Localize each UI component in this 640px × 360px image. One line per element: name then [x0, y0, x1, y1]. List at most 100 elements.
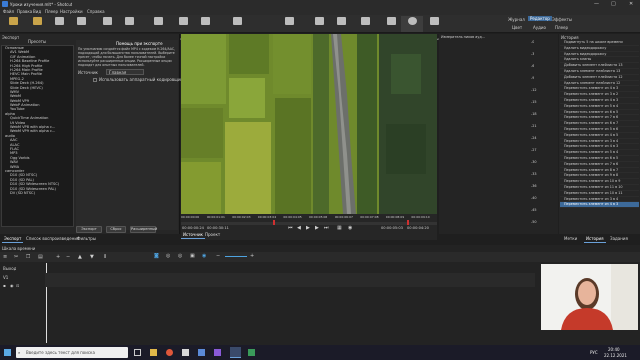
layout-tab-effects[interactable]: Эффекты	[552, 17, 572, 22]
meter-scale-label: -9	[531, 76, 535, 80]
minimize-button[interactable]: —	[594, 1, 599, 7]
in-point[interactable]: 00:00:05:03	[381, 226, 403, 231]
layout-tab-editor[interactable]: Редактор	[528, 16, 552, 21]
tab-jobs[interactable]: Задания	[608, 236, 630, 242]
ruler-timecode: 00:00:04:05	[283, 215, 302, 219]
filters-button[interactable]: Фильтры	[308, 16, 330, 41]
remove-icon[interactable]: −	[66, 254, 70, 260]
zoom-in-icon[interactable]: +	[250, 253, 254, 259]
taskbar-search[interactable]: ⌕ Введите здесь текст для поиска	[16, 347, 128, 358]
menu-player[interactable]: Плеер	[45, 9, 58, 14]
current-time[interactable]: 00:00:00:24	[182, 226, 204, 231]
history-item[interactable]: Переместить элемент из 4 в 3	[560, 202, 639, 209]
tray-lang[interactable]: РУС	[590, 350, 598, 355]
jobs-button[interactable]: Задания	[423, 16, 445, 41]
reset-button[interactable]: Сброс	[106, 226, 126, 233]
ripple-icon[interactable]: ◎	[178, 253, 182, 259]
menu-help[interactable]: Справка	[87, 9, 105, 14]
playlist-button[interactable]: Список воспроизведения	[222, 16, 262, 41]
advanced-button[interactable]: Расширенный	[130, 226, 157, 233]
track-hide-icon[interactable]: ◉	[10, 283, 14, 288]
explorer-icon[interactable]	[150, 349, 157, 356]
tab-source[interactable]: Источник	[181, 232, 205, 239]
undo-toolbar-button[interactable]: Отменить	[48, 16, 70, 41]
out-marker[interactable]	[407, 220, 409, 225]
menu-file[interactable]: Файл	[3, 9, 14, 14]
keyframes-button[interactable]: Ключевые кадры	[352, 16, 379, 41]
tab-export[interactable]: Экспорт	[2, 236, 24, 243]
presets-tree[interactable]: Основные AV1 WebM GIF Animation H.264 Basel…	[1, 45, 74, 227]
cut-icon[interactable]: ✂	[14, 254, 18, 260]
open-file-button[interactable]: Открыть файл	[2, 16, 25, 41]
skip-end-icon[interactable]: ⏭	[324, 225, 329, 231]
app-icon-3[interactable]	[214, 349, 221, 356]
video-preview[interactable]	[181, 34, 437, 214]
skip-start-icon[interactable]: ⏮	[288, 225, 293, 231]
ripple-all-icon[interactable]: ▣	[190, 253, 195, 259]
track-v1-area[interactable]	[45, 273, 535, 287]
from-select[interactable]: Главная	[106, 69, 144, 75]
properties-button[interactable]: Свойства	[172, 16, 194, 41]
paste-icon[interactable]: ▤	[38, 254, 43, 260]
zoom-slider[interactable]	[225, 256, 247, 257]
zoom-out-icon[interactable]: −	[216, 253, 220, 259]
tray-date[interactable]: 22.12.2021	[604, 353, 627, 358]
save-button[interactable]: Сохранить	[70, 16, 92, 41]
browser-icon[interactable]	[166, 349, 173, 356]
layout-tab-log[interactable]: Журнал	[508, 17, 525, 22]
app-icon-2[interactable]	[198, 349, 205, 356]
layout-tab-player[interactable]: Плеер	[555, 25, 568, 30]
menu-view[interactable]: Вид	[33, 9, 41, 14]
track-mute-icon[interactable]: ▪	[3, 283, 6, 288]
peak-meter-button[interactable]: Измеритель пиков	[145, 16, 174, 41]
split-icon[interactable]: ⫴	[104, 254, 106, 260]
menu-edit[interactable]: Правка	[17, 9, 32, 14]
overwrite-icon[interactable]: ▼	[90, 254, 94, 260]
tab-filters[interactable]: Фильтры	[75, 236, 98, 242]
start-icon[interactable]	[4, 349, 11, 356]
open-project-button[interactable]: Открыть проект	[26, 16, 52, 41]
history-list[interactable]: Подвигнуть 5 на шкале времени Удалить вид…	[560, 40, 639, 230]
maximize-button[interactable]: □	[611, 1, 616, 7]
redo-button[interactable]: Повторить	[118, 16, 140, 41]
hw-encoder-checkbox[interactable]	[93, 78, 97, 82]
volume-icon[interactable]: ◉	[348, 225, 352, 231]
tab-project[interactable]: Проект	[203, 232, 222, 238]
snap-icon[interactable]: ◙	[154, 253, 159, 259]
lift-icon[interactable]: ▲	[78, 254, 82, 260]
layout-tab-color[interactable]: Цвет	[512, 25, 522, 30]
history-button[interactable]: История	[380, 16, 402, 41]
track-lock-icon[interactable]: ⊡	[16, 283, 19, 288]
menu-icon[interactable]: ≡	[3, 254, 7, 260]
markers-button[interactable]: Метки	[330, 16, 352, 41]
shotcut-taskbar-icon[interactable]	[230, 347, 241, 358]
export-help-text: По умолчанию создаётся файл MP4 с кодеко…	[78, 47, 176, 67]
close-button[interactable]: ✕	[629, 1, 633, 7]
export-button[interactable]: Экспорт	[401, 16, 423, 41]
media-icon[interactable]	[182, 349, 189, 356]
tab-playlist[interactable]: Список воспроизведения	[24, 236, 81, 242]
rewind-icon[interactable]: ◀	[297, 225, 301, 231]
tab-history[interactable]: История	[584, 236, 606, 243]
player-ruler[interactable]: 00:00:00:00 00:00:01:01 00:00:02:03 00:00:0…	[181, 214, 437, 222]
scrub-icon[interactable]: ◎	[166, 253, 170, 259]
menu-settings[interactable]: Настройки	[60, 9, 83, 14]
forward-icon[interactable]: ▶	[315, 225, 319, 231]
tab-markers[interactable]: Метки	[562, 236, 579, 242]
in-marker[interactable]	[273, 220, 275, 225]
taskview-icon[interactable]	[134, 349, 141, 356]
timeline-button[interactable]: Шкала времени	[278, 16, 303, 41]
play-icon[interactable]: ▶	[306, 225, 310, 231]
out-point[interactable]: 00:00:04:20	[407, 226, 429, 231]
copy-icon[interactable]: ❐	[26, 254, 30, 260]
ripple-markers-icon[interactable]: ◉	[202, 253, 206, 259]
preset-item[interactable]: DV (SD NTSC)	[2, 191, 73, 195]
append-icon[interactable]: +	[56, 254, 60, 260]
undo-button[interactable]: Отменить	[96, 16, 118, 41]
layout-tab-audio[interactable]: Аудио	[533, 25, 546, 30]
recent-button[interactable]: Недавние	[194, 16, 216, 41]
export-file-button[interactable]: Экспорт	[76, 226, 102, 233]
app-icon-4[interactable]	[248, 349, 255, 356]
tray-time[interactable]: 20:40	[608, 347, 620, 352]
grid-icon[interactable]: ▦	[337, 225, 342, 231]
